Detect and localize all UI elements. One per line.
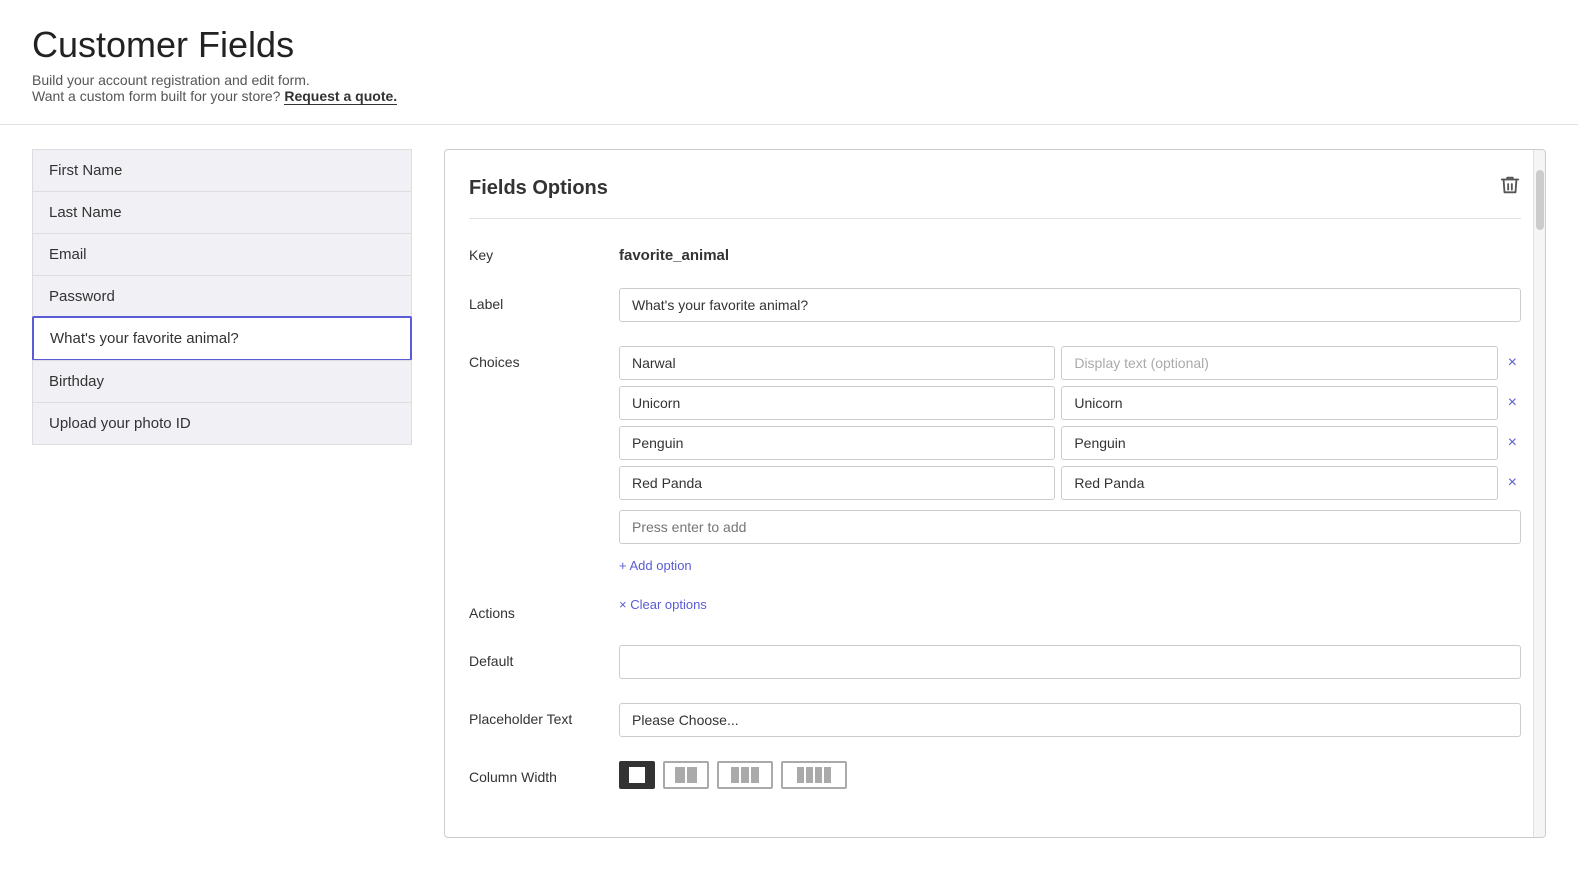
remove-red-panda-button[interactable]: × [1504, 473, 1521, 493]
request-quote-link[interactable]: Request a quote. [284, 88, 397, 105]
add-option-link[interactable]: + Add option [619, 558, 1521, 573]
field-item-first-name[interactable]: First Name [32, 149, 412, 191]
choice-row-penguin: × [619, 426, 1521, 460]
default-input[interactable] [619, 645, 1521, 679]
choice-display-penguin[interactable] [1061, 426, 1497, 460]
field-item-birthday[interactable]: Birthday [32, 360, 412, 402]
col-width-1-button[interactable] [619, 761, 655, 789]
page-title: Customer Fields [32, 24, 1546, 66]
actions-label: Actions [469, 597, 619, 621]
col-width-4-button[interactable] [781, 761, 847, 789]
field-item-email[interactable]: Email [32, 233, 412, 275]
default-row: Default [469, 645, 1521, 679]
placeholder-label: Placeholder Text [469, 703, 619, 727]
remove-narwal-button[interactable]: × [1504, 353, 1521, 373]
label-input[interactable] [619, 288, 1521, 322]
column-width-label: Column Width [469, 761, 619, 785]
label-label: Label [469, 288, 619, 312]
scrollbar[interactable] [1533, 150, 1545, 837]
scrollbar-thumb [1536, 170, 1544, 230]
remove-unicorn-button[interactable]: × [1504, 393, 1521, 413]
actions-row: Actions × Clear options [469, 597, 1521, 621]
choice-row-unicorn: × [619, 386, 1521, 420]
default-label: Default [469, 645, 619, 669]
col-width-2-button[interactable] [663, 761, 709, 789]
field-item-password[interactable]: Password [32, 275, 412, 317]
field-item-favorite-animal[interactable]: What's your favorite animal? [32, 316, 412, 361]
panel-title: Fields Options [469, 177, 608, 200]
col-width-3-button[interactable] [717, 761, 773, 789]
choice-value-penguin[interactable] [619, 426, 1055, 460]
subtitle-text: Build your account registration and edit… [32, 72, 310, 88]
remove-penguin-button[interactable]: × [1504, 433, 1521, 453]
field-item-photo-id[interactable]: Upload your photo ID [32, 402, 412, 445]
page-header: Customer Fields Build your account regis… [0, 0, 1578, 125]
key-value: favorite_animal [619, 239, 1521, 264]
quote-prompt: Want a custom form built for your store? [32, 88, 280, 104]
choice-display-narwal[interactable] [1061, 346, 1497, 380]
placeholder-row: Placeholder Text [469, 703, 1521, 737]
trash-icon [1499, 174, 1521, 196]
delete-field-button[interactable] [1499, 174, 1521, 202]
choice-row-red-panda: × [619, 466, 1521, 500]
key-row: Key favorite_animal [469, 239, 1521, 264]
choice-display-red-panda[interactable] [1061, 466, 1497, 500]
options-panel: Fields Options Key favorite_animal Label [444, 149, 1546, 838]
choices-row: Choices × × [469, 346, 1521, 573]
clear-options-link[interactable]: × Clear options [619, 597, 707, 612]
field-item-last-name[interactable]: Last Name [32, 191, 412, 233]
label-row: Label [469, 288, 1521, 322]
choice-display-unicorn[interactable] [1061, 386, 1497, 420]
choice-row-narwal: × [619, 346, 1521, 380]
column-width-row: Column Width [469, 761, 1521, 789]
column-width-options [619, 761, 1521, 789]
choice-value-narwal[interactable] [619, 346, 1055, 380]
add-option-input-row [619, 510, 1521, 544]
choice-value-red-panda[interactable] [619, 466, 1055, 500]
new-option-input[interactable] [619, 510, 1521, 544]
fields-list: First Name Last Name Email Password What… [32, 149, 412, 445]
choice-value-unicorn[interactable] [619, 386, 1055, 420]
choices-container: × × × [619, 346, 1521, 573]
placeholder-input[interactable] [619, 703, 1521, 737]
choices-label: Choices [469, 346, 619, 370]
key-label: Key [469, 239, 619, 263]
page-subtitle: Build your account registration and edit… [32, 72, 1546, 104]
